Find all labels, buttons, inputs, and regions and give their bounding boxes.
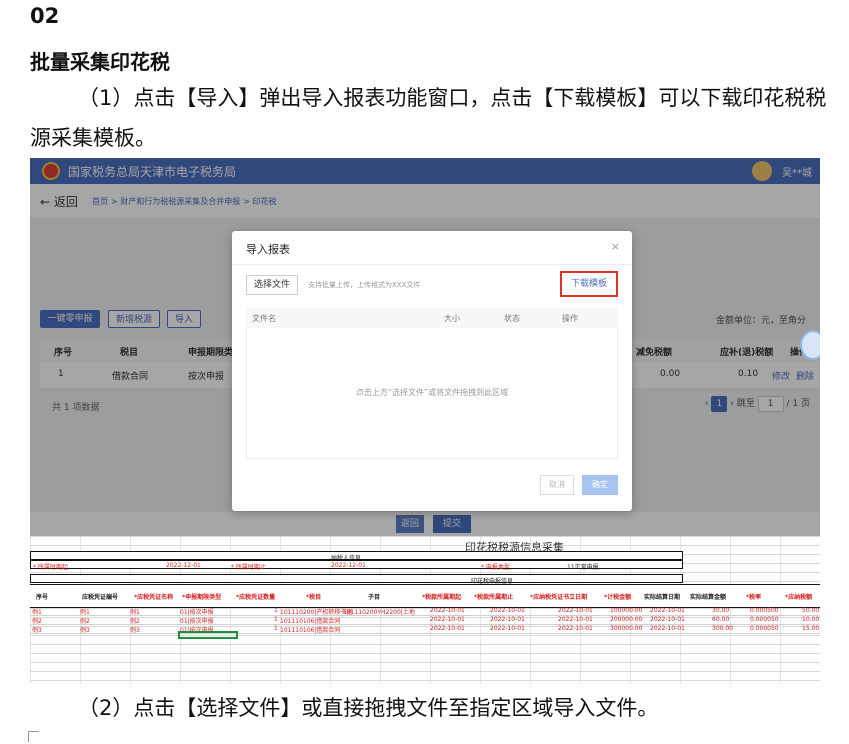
x-cell: 10.00 xyxy=(802,616,820,623)
x-cell: 例3 xyxy=(80,627,90,634)
x-col-0: 序号 xyxy=(36,594,49,601)
excel-template-preview: 印花税税源信息采集 纳税人信息 * 所属时期起 2022-12-01 * 所属时… xyxy=(30,536,820,684)
x-cell: 2022-10-01 xyxy=(558,625,593,632)
import-dialog: 导入报表 × 选择文件 支持批量上传，上传格式为XXX文件 下载模板 文件名 大… xyxy=(232,231,632,511)
excel-header-row: 序号 应税凭证编号 *应税凭证名称 *申报期限类型 *应税凭证数量 *税目 子目… xyxy=(30,584,820,608)
file-col-name: 文件名 xyxy=(252,314,276,323)
declare-type-value: 11正常申报 xyxy=(567,564,599,571)
x-col-3: *申报期限类型 xyxy=(182,594,222,601)
x-cell: 300.00 xyxy=(712,625,733,632)
page-corner-mark xyxy=(28,731,39,742)
x-cell: 0.000500 xyxy=(750,607,779,614)
x-col-5: *税目 xyxy=(306,594,322,601)
section-number: 02 xyxy=(30,4,60,28)
upload-hint: 支持批量上传，上传格式为XXX文件 xyxy=(308,281,421,289)
x-cell: 50.00 xyxy=(802,607,820,614)
period-row: * 所属时期起 2022-12-01 * 所属时期止 2022-12-01 * … xyxy=(30,560,683,571)
x-cell: 1 xyxy=(274,607,278,614)
x-cell: 2022-10-01 xyxy=(490,625,525,632)
period-end-label: * 所属时期止 xyxy=(231,564,266,571)
confirm-button[interactable]: 确定 xyxy=(582,475,618,495)
x-cell: 2022-10-01 xyxy=(650,607,685,614)
x-col-6: 子目 xyxy=(368,594,381,601)
x-cell: 100000.00 xyxy=(610,607,643,614)
section-title: 批量采集印花税 xyxy=(30,50,170,74)
cancel-button[interactable]: 取消 xyxy=(540,475,574,495)
period-end-value: 2022-12-01 xyxy=(331,562,366,569)
selected-cell[interactable] xyxy=(178,631,238,639)
instruction-step-2: （2）点击【选择文件】或直接拖拽文件至指定区域导入文件。 xyxy=(78,696,659,720)
x-cell: 2022-10-01 xyxy=(490,616,525,623)
x-cell: 例3 xyxy=(32,627,42,634)
download-template-button[interactable]: 下载模板 xyxy=(560,271,618,297)
dialog-title: 导入报表 xyxy=(246,243,290,256)
x-cell: 2022-10-01 xyxy=(558,607,593,614)
x-cell: 1 xyxy=(274,616,278,623)
x-cell: 1 xyxy=(274,625,278,632)
embedded-screenshot: 国家税务总局天津市电子税务局 吴**城 ← 返回 首页 > 财产和行为税税源采集及… xyxy=(30,158,820,684)
x-cell: 2022-10-01 xyxy=(650,625,685,632)
file-col-size: 大小 xyxy=(444,314,460,323)
x-cell: 15.00 xyxy=(802,625,820,632)
detail-section-band: 印花税申报信息 xyxy=(30,574,683,585)
choose-file-button[interactable]: 选择文件 xyxy=(246,275,298,295)
period-start-label: * 所属时期起 xyxy=(33,564,68,571)
file-drop-zone[interactable]: 点击上方“选择文件”或将文件拖拽到此区域 xyxy=(246,328,618,459)
declare-type-label: * 申报类型 xyxy=(481,564,510,571)
x-col-4: *应税凭证数量 xyxy=(236,594,276,601)
x-cell: 200000.00 xyxy=(610,616,643,623)
x-col-10: *计税金额 xyxy=(604,594,632,601)
x-cell: 2022-10-01 xyxy=(430,616,465,623)
taxpayer-section-band: 纳税人信息 xyxy=(30,551,683,562)
file-col-status: 状态 xyxy=(504,314,520,323)
x-col-9: *应纳税凭证书立日期 xyxy=(530,594,588,601)
x-col-8: *税款所属期止 xyxy=(474,594,514,601)
x-col-12: 实际结算金额 xyxy=(690,594,727,601)
x-cell: 101110106|借款合同 xyxy=(280,627,341,634)
x-col-2: *应税凭证名称 xyxy=(134,594,174,601)
x-col-14: *应纳税额 xyxy=(785,594,813,601)
table-row: 例3 例3 例3 01|按次申报 1 101110106|借款合同 2022-1… xyxy=(30,624,820,634)
file-table-header: 文件名 大小 状态 操作 xyxy=(246,308,618,328)
x-col-7: *税款所属期起 xyxy=(422,594,462,601)
x-cell: 30.00 xyxy=(712,607,730,614)
x-cell: 0.000050 xyxy=(750,625,779,632)
close-icon[interactable]: × xyxy=(611,240,620,253)
x-cell: 300000.00 xyxy=(610,625,643,632)
x-cell: 0.000050 xyxy=(750,616,779,623)
x-cell: 2022-10-01 xyxy=(490,607,525,614)
assistant-avatar[interactable] xyxy=(800,330,820,360)
instruction-step-1: （1）点击【导入】弹出导入报表功能窗口，点击【下载模板】可以下载印花税税源采集模… xyxy=(30,86,827,150)
file-col-actions: 操作 xyxy=(562,314,578,323)
period-start-value: 2022-12-01 xyxy=(166,562,201,569)
dialog-divider xyxy=(232,264,632,265)
x-cell: 2022-10-01 xyxy=(650,616,685,623)
x-cell: 2022-10-01 xyxy=(430,625,465,632)
x-col-11: 实际结算日期 xyxy=(644,594,681,601)
x-col-13: *税率 xyxy=(746,594,762,601)
x-cell: 例3 xyxy=(130,627,140,634)
x-cell: 2022-10-01 xyxy=(558,616,593,623)
x-cell: 2022-10-01 xyxy=(430,607,465,614)
x-cell: 60.00 xyxy=(712,616,730,623)
x-col-1: 应税凭证编号 xyxy=(82,594,119,601)
